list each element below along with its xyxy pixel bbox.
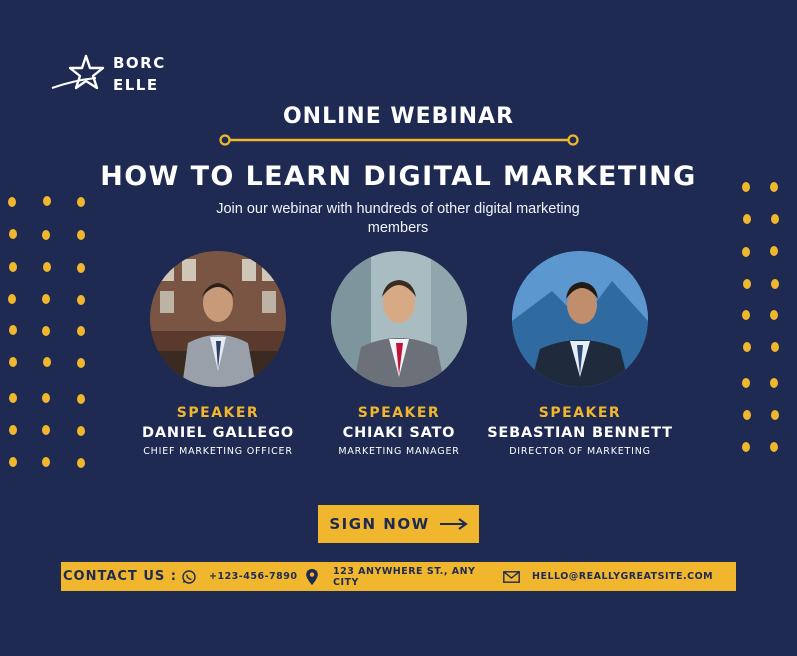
contact-email[interactable]: HELLO@REALLYGREATSITE.COM [532, 571, 713, 582]
contact-address: 123 ANYWHERE ST., ANY CITY [333, 565, 476, 588]
page-title: HOW TO LEARN DIGITAL MARKETING [100, 161, 697, 192]
speaker-card-1: SPEAKER DANIEL GALLEGO CHIEF MARKETING O… [118, 251, 318, 457]
speaker-role: SPEAKER [357, 405, 441, 421]
speaker-position: MARKETING MANAGER [338, 446, 460, 457]
brand-name: BORC ELLE [113, 52, 166, 96]
speaker-role: SPEAKER [176, 405, 260, 421]
brand-name-line2: ELLE [113, 76, 159, 94]
brand-logo: BORC ELLE [50, 50, 180, 100]
speaker-name: SEBASTIAN BENNETT [487, 425, 673, 441]
speaker-photo [150, 251, 286, 387]
location-pin-icon [305, 568, 333, 586]
envelope-icon [503, 570, 532, 583]
speaker-position: DIRECTOR OF MARKETING [509, 446, 651, 457]
title-divider [219, 134, 579, 146]
whatsapp-icon [181, 569, 209, 585]
speaker-card-2: SPEAKER CHIAKI SATO MARKETING MANAGER [299, 251, 499, 457]
arrow-right-icon [439, 518, 468, 530]
page-subtitle: Join our webinar with hundreds of other … [216, 201, 580, 236]
sign-now-label: SIGN NOW [329, 515, 430, 533]
speaker-card-3: SPEAKER SEBASTIAN BENNETT DIRECTOR OF MA… [480, 251, 680, 457]
contact-bar: CONTACT US : +123-456-7890 123 ANYWHERE … [61, 562, 736, 591]
speaker-photo [512, 251, 648, 387]
star-logo-icon [51, 54, 105, 90]
contact-phone[interactable]: +123-456-7890 [209, 571, 305, 582]
contact-label: CONTACT US : [63, 569, 177, 584]
speaker-name: DANIEL GALLEGO [142, 425, 294, 441]
speaker-position: CHIEF MARKETING OFFICER [143, 446, 293, 457]
speaker-role: SPEAKER [538, 405, 622, 421]
sign-now-button[interactable]: SIGN NOW [318, 505, 479, 543]
speaker-photo [331, 251, 467, 387]
speaker-name: CHIAKI SATO [342, 425, 456, 441]
event-type-label: ONLINE WEBINAR [282, 104, 515, 129]
brand-name-line1: BORC [113, 54, 166, 72]
